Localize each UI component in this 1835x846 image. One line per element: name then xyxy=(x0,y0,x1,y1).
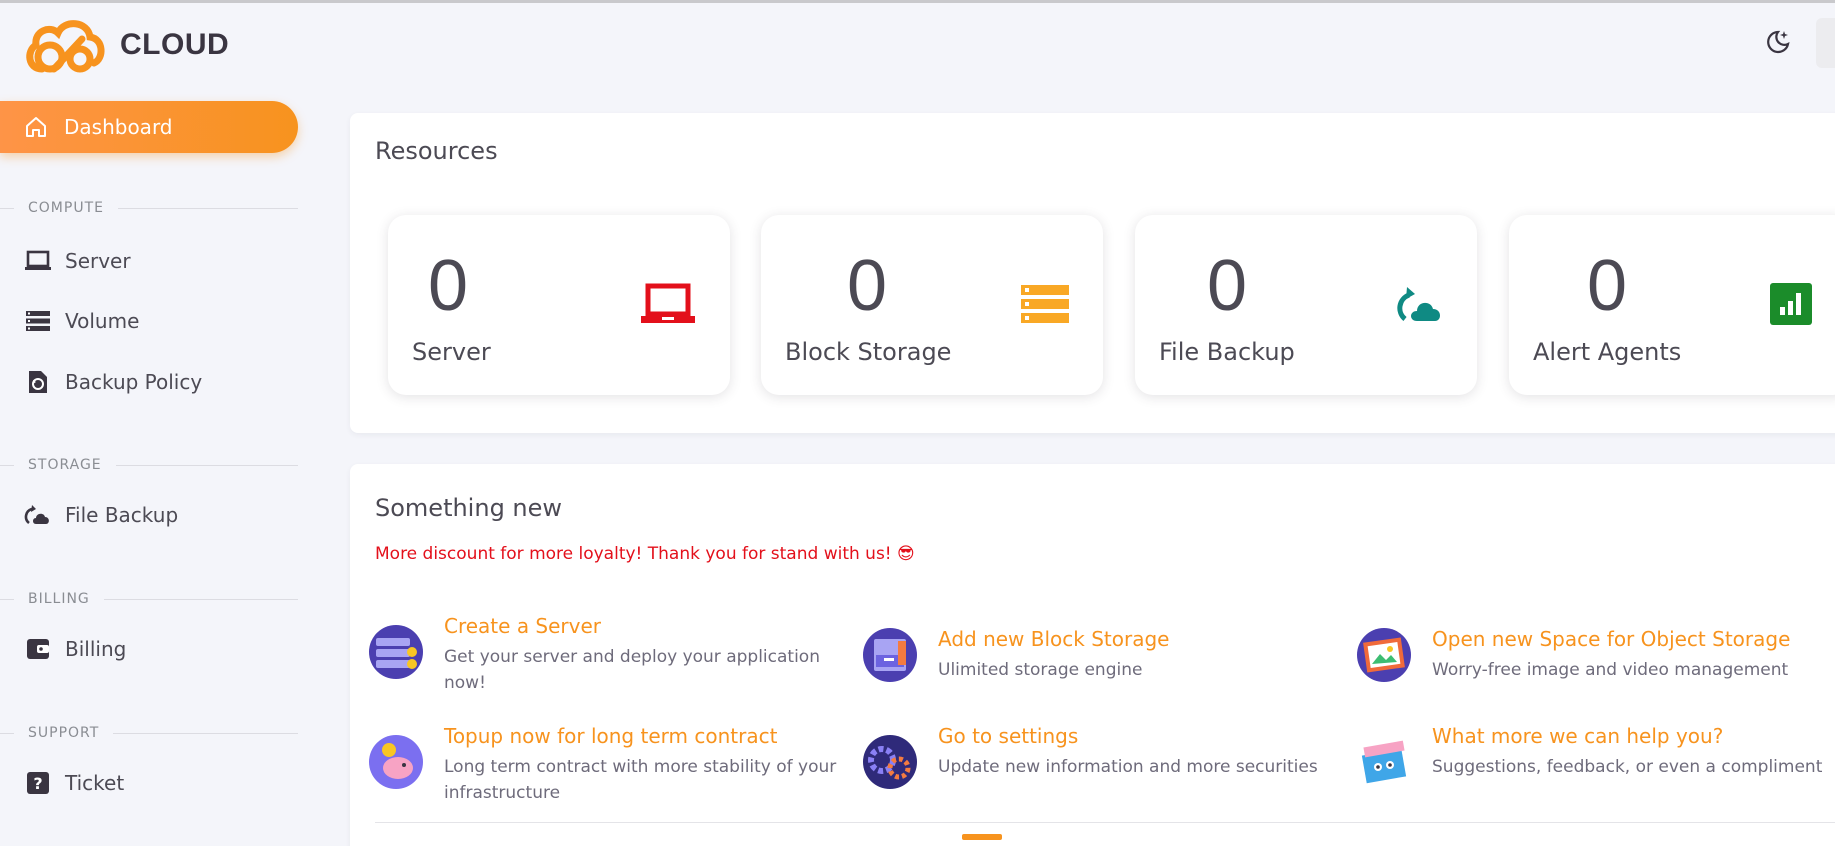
sidebar-item-label: Server xyxy=(65,249,131,273)
promo-text: More discount for more loyalty! Thank yo… xyxy=(375,544,915,564)
sidebar-item-billing[interactable]: Billing xyxy=(24,637,126,661)
feature-title[interactable]: Add new Block Storage xyxy=(938,627,1169,651)
user-menu-button[interactable] xyxy=(1816,18,1835,68)
section-label: COMPUTE xyxy=(28,200,104,216)
image-illustration-icon xyxy=(1356,627,1412,683)
next-row-peek xyxy=(962,834,1002,840)
something-new-title: Something new xyxy=(375,494,563,522)
stat-label: Server xyxy=(412,338,491,366)
stack-icon xyxy=(24,310,52,332)
moon-star-icon xyxy=(1767,30,1790,54)
stat-card-alert-agents[interactable]: 0 Alert Agents xyxy=(1509,215,1835,395)
cloud-sync-icon xyxy=(24,503,52,527)
feature-description: Suggestions, feedback, or even a complim… xyxy=(1432,757,1823,777)
sidebar-item-label: File Backup xyxy=(65,503,179,527)
section-label: STORAGE xyxy=(28,457,102,473)
sidebar-item-backup-policy[interactable]: Backup Policy xyxy=(24,369,202,395)
sidebar-item-label: Billing xyxy=(65,637,127,661)
wallet-icon xyxy=(24,637,52,661)
sidebar-item-label: Ticket xyxy=(65,771,125,795)
section-support: SUPPORT xyxy=(0,725,298,741)
feature-description: Update new information and more securiti… xyxy=(938,757,1318,777)
laptop-icon xyxy=(640,283,696,329)
laptop-icon xyxy=(24,250,52,272)
stat-card-file-backup[interactable]: 0 File Backup xyxy=(1135,215,1477,395)
feature-description: Long term contract with more stability o… xyxy=(444,757,837,803)
feature-add-block-storage[interactable]: Add new Block Storage Ulimited storage e… xyxy=(862,627,1332,683)
something-new-card: Something new More discount for more loy… xyxy=(350,464,1835,846)
gears-illustration-icon xyxy=(862,734,918,790)
sidebar-item-volume[interactable]: Volume xyxy=(24,309,139,333)
brand-logo[interactable]: CLOUD xyxy=(24,13,229,77)
question-icon: ? xyxy=(24,771,52,795)
section-storage: STORAGE xyxy=(0,457,298,473)
feature-settings[interactable]: Go to settings Update new information an… xyxy=(862,724,1332,790)
backup-file-icon xyxy=(24,369,52,395)
feature-topup[interactable]: Topup now for long term contract Long te… xyxy=(368,724,838,806)
feature-title[interactable]: Open new Space for Object Storage xyxy=(1432,627,1790,651)
sidebar-item-label: Volume xyxy=(65,309,140,333)
resources-title: Resources xyxy=(375,137,498,165)
cloud-sync-icon xyxy=(1395,283,1443,329)
feature-description: Ulimited storage engine xyxy=(938,660,1143,680)
brand-name: CLOUD xyxy=(120,28,230,61)
sidebar-item-ticket[interactable]: ? Ticket xyxy=(24,771,124,795)
sidebar-item-file-backup[interactable]: File Backup xyxy=(24,503,178,527)
stat-card-block-storage[interactable]: 0 Block Storage xyxy=(761,215,1103,395)
sidebar-item-label: Backup Policy xyxy=(65,370,203,394)
feature-title[interactable]: What more we can help you? xyxy=(1432,724,1822,748)
stat-label: Block Storage xyxy=(785,338,952,366)
stat-label: Alert Agents xyxy=(1533,338,1682,366)
section-label: SUPPORT xyxy=(28,725,100,741)
sidebar-item-label: Dashboard xyxy=(64,115,173,139)
stat-card-server[interactable]: 0 Server xyxy=(388,215,730,395)
theme-toggle-button[interactable] xyxy=(1764,28,1792,60)
feature-title[interactable]: Go to settings xyxy=(938,724,1318,748)
cloud-logo-icon xyxy=(26,20,105,73)
chart-icon xyxy=(1770,283,1812,329)
resources-card: Resources 0 Server 0 Block Storage 0 Fil… xyxy=(350,113,1835,433)
piggy-bank-illustration-icon xyxy=(368,734,424,790)
sidebar-item-dashboard[interactable]: Dashboard xyxy=(0,101,298,153)
feature-title[interactable]: Topup now for long term contract xyxy=(444,724,838,748)
home-icon xyxy=(26,117,46,137)
feature-create-server[interactable]: Create a Server Get your server and depl… xyxy=(368,614,838,696)
storage-illustration-icon xyxy=(862,627,918,683)
feature-object-storage[interactable]: Open new Space for Object Storage Worry-… xyxy=(1356,627,1835,683)
stat-label: File Backup xyxy=(1159,338,1295,366)
server-illustration-icon xyxy=(368,624,424,680)
svg-text:?: ? xyxy=(33,774,42,793)
feature-description: Worry-free image and video management xyxy=(1432,660,1789,680)
section-billing: BILLING xyxy=(0,591,298,607)
section-compute: COMPUTE xyxy=(0,200,298,216)
divider xyxy=(375,822,1835,823)
help-ticket-illustration-icon xyxy=(1356,734,1412,790)
sidebar: CLOUD Dashboard COMPUTE Server Volume Ba… xyxy=(0,3,310,846)
stack-icon xyxy=(1021,283,1069,329)
section-label: BILLING xyxy=(28,591,90,607)
feature-description: Get your server and deploy your applicat… xyxy=(444,647,820,693)
feature-title[interactable]: Create a Server xyxy=(444,614,838,638)
feature-help[interactable]: What more we can help you? Suggestions, … xyxy=(1356,724,1835,790)
sidebar-item-server[interactable]: Server xyxy=(24,249,131,273)
